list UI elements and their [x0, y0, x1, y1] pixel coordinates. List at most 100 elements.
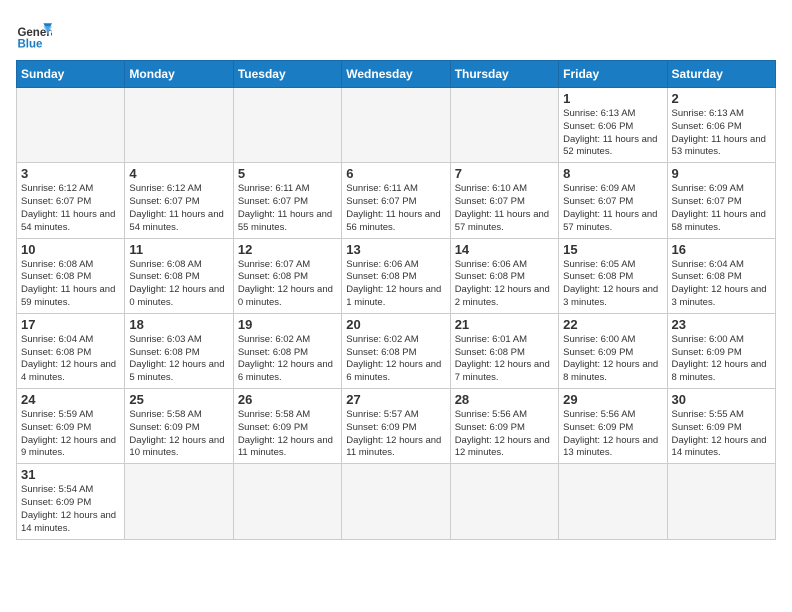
- calendar-cell: 18Sunrise: 6:03 AMSunset: 6:08 PMDayligh…: [125, 313, 233, 388]
- col-header-monday: Monday: [125, 61, 233, 88]
- col-header-thursday: Thursday: [450, 61, 558, 88]
- day-info: Sunrise: 6:11 AMSunset: 6:07 PMDaylight:…: [238, 183, 337, 234]
- day-info: Sunrise: 6:13 AMSunset: 6:06 PMDaylight:…: [672, 108, 771, 159]
- day-number: 22: [563, 317, 662, 332]
- calendar-week-row: 24 Sunrise: 5:59 AMSunset: 6:09 PMDayligh…: [17, 389, 776, 464]
- day-number: 21: [455, 317, 554, 332]
- calendar-cell: 12 Sunrise: 6:07 AMSunset: 6:08 PMDayligh…: [233, 238, 341, 313]
- calendar-header-row: SundayMondayTuesdayWednesdayThursdayFrid…: [17, 61, 776, 88]
- day-info: Sunrise: 6:04 AMSunset: 6:08 PMDaylight:…: [672, 259, 771, 310]
- day-number: 3: [21, 166, 120, 181]
- day-info: Sunrise: 5:56 AMSunset: 6:09 PMDaylight:…: [563, 409, 662, 460]
- calendar-week-row: 1 Sunrise: 6:13 AMSunset: 6:06 PMDaylight…: [17, 88, 776, 163]
- calendar-cell: 27 Sunrise: 5:57 AMSunset: 6:09 PMDayligh…: [342, 389, 450, 464]
- day-number: 13: [346, 242, 445, 257]
- day-number: 26: [238, 392, 337, 407]
- day-info: Sunrise: 6:09 AMSunset: 6:07 PMDaylight:…: [563, 183, 662, 234]
- calendar-cell: [667, 464, 775, 539]
- calendar-cell: 25Sunrise: 5:58 AMSunset: 6:09 PMDayligh…: [125, 389, 233, 464]
- day-number: 2: [672, 91, 771, 106]
- day-number: 8: [563, 166, 662, 181]
- calendar-table: SundayMondayTuesdayWednesdayThursdayFrid…: [16, 60, 776, 540]
- calendar-week-row: 17 Sunrise: 6:04 AMSunset: 6:08 PMDayligh…: [17, 313, 776, 388]
- calendar-cell: 17 Sunrise: 6:04 AMSunset: 6:08 PMDayligh…: [17, 313, 125, 388]
- calendar-cell: 20 Sunrise: 6:02 AMSunset: 6:08 PMDayligh…: [342, 313, 450, 388]
- calendar-cell: [125, 464, 233, 539]
- calendar-cell: [559, 464, 667, 539]
- calendar-cell: 8 Sunrise: 6:09 AMSunset: 6:07 PMDaylight…: [559, 163, 667, 238]
- calendar-cell: 24 Sunrise: 5:59 AMSunset: 6:09 PMDayligh…: [17, 389, 125, 464]
- day-info: Sunrise: 6:09 AMSunset: 6:07 PMDaylight:…: [672, 183, 771, 234]
- day-info: Sunrise: 5:57 AMSunset: 6:09 PMDaylight:…: [346, 409, 445, 460]
- calendar-cell: 4Sunrise: 6:12 AMSunset: 6:07 PMDaylight…: [125, 163, 233, 238]
- day-number: 23: [672, 317, 771, 332]
- logo-icon: General Blue: [16, 16, 52, 52]
- calendar-cell: 14 Sunrise: 6:06 AMSunset: 6:08 PMDayligh…: [450, 238, 558, 313]
- day-info: Sunrise: 6:06 AMSunset: 6:08 PMDaylight:…: [346, 259, 445, 310]
- day-number: 16: [672, 242, 771, 257]
- day-number: 10: [21, 242, 120, 257]
- day-info: Sunrise: 5:55 AMSunset: 6:09 PMDaylight:…: [672, 409, 771, 460]
- day-info: Sunrise: 6:04 AMSunset: 6:08 PMDaylight:…: [21, 334, 120, 385]
- day-info: Sunrise: 6:13 AMSunset: 6:06 PMDaylight:…: [563, 108, 662, 159]
- day-number: 29: [563, 392, 662, 407]
- day-info: Sunrise: 5:56 AMSunset: 6:09 PMDaylight:…: [455, 409, 554, 460]
- calendar-cell: 31Sunrise: 5:54 AMSunset: 6:09 PMDayligh…: [17, 464, 125, 539]
- day-number: 14: [455, 242, 554, 257]
- day-number: 12: [238, 242, 337, 257]
- calendar-cell: 9Sunrise: 6:09 AMSunset: 6:07 PMDaylight…: [667, 163, 775, 238]
- calendar-cell: 6Sunrise: 6:11 AMSunset: 6:07 PMDaylight…: [342, 163, 450, 238]
- day-number: 11: [129, 242, 228, 257]
- calendar-cell: 19Sunrise: 6:02 AMSunset: 6:08 PMDayligh…: [233, 313, 341, 388]
- day-number: 25: [129, 392, 228, 407]
- calendar-week-row: 10 Sunrise: 6:08 AMSunset: 6:08 PMDayligh…: [17, 238, 776, 313]
- logo: General Blue: [16, 16, 58, 52]
- day-info: Sunrise: 5:58 AMSunset: 6:09 PMDaylight:…: [238, 409, 337, 460]
- day-info: Sunrise: 6:08 AMSunset: 6:08 PMDaylight:…: [21, 259, 120, 310]
- calendar-cell: 13 Sunrise: 6:06 AMSunset: 6:08 PMDayligh…: [342, 238, 450, 313]
- day-info: Sunrise: 6:10 AMSunset: 6:07 PMDaylight:…: [455, 183, 554, 234]
- col-header-saturday: Saturday: [667, 61, 775, 88]
- calendar-cell: 10 Sunrise: 6:08 AMSunset: 6:08 PMDayligh…: [17, 238, 125, 313]
- calendar-cell: [125, 88, 233, 163]
- calendar-cell: 29 Sunrise: 5:56 AMSunset: 6:09 PMDayligh…: [559, 389, 667, 464]
- calendar-cell: 2 Sunrise: 6:13 AMSunset: 6:06 PMDaylight…: [667, 88, 775, 163]
- day-number: 19: [238, 317, 337, 332]
- day-number: 20: [346, 317, 445, 332]
- calendar-cell: 28Sunrise: 5:56 AMSunset: 6:09 PMDayligh…: [450, 389, 558, 464]
- day-info: Sunrise: 6:11 AMSunset: 6:07 PMDaylight:…: [346, 183, 445, 234]
- calendar-week-row: 3 Sunrise: 6:12 AMSunset: 6:07 PMDaylight…: [17, 163, 776, 238]
- day-info: Sunrise: 6:05 AMSunset: 6:08 PMDaylight:…: [563, 259, 662, 310]
- day-number: 27: [346, 392, 445, 407]
- calendar-cell: 3 Sunrise: 6:12 AMSunset: 6:07 PMDaylight…: [17, 163, 125, 238]
- calendar-cell: [233, 88, 341, 163]
- calendar-cell: [17, 88, 125, 163]
- day-number: 5: [238, 166, 337, 181]
- day-info: Sunrise: 6:02 AMSunset: 6:08 PMDaylight:…: [346, 334, 445, 385]
- calendar-cell: 1 Sunrise: 6:13 AMSunset: 6:06 PMDaylight…: [559, 88, 667, 163]
- day-number: 17: [21, 317, 120, 332]
- calendar-cell: 16 Sunrise: 6:04 AMSunset: 6:08 PMDayligh…: [667, 238, 775, 313]
- calendar-cell: [450, 464, 558, 539]
- day-number: 15: [563, 242, 662, 257]
- day-number: 4: [129, 166, 228, 181]
- day-info: Sunrise: 6:12 AMSunset: 6:07 PMDaylight:…: [21, 183, 120, 234]
- col-header-sunday: Sunday: [17, 61, 125, 88]
- day-info: Sunrise: 6:00 AMSunset: 6:09 PMDaylight:…: [563, 334, 662, 385]
- day-number: 1: [563, 91, 662, 106]
- page-header: General Blue: [16, 16, 776, 52]
- day-number: 31: [21, 467, 120, 482]
- calendar-cell: [233, 464, 341, 539]
- day-info: Sunrise: 6:06 AMSunset: 6:08 PMDaylight:…: [455, 259, 554, 310]
- day-info: Sunrise: 6:07 AMSunset: 6:08 PMDaylight:…: [238, 259, 337, 310]
- col-header-wednesday: Wednesday: [342, 61, 450, 88]
- calendar-cell: 11Sunrise: 6:08 AMSunset: 6:08 PMDayligh…: [125, 238, 233, 313]
- calendar-week-row: 31Sunrise: 5:54 AMSunset: 6:09 PMDayligh…: [17, 464, 776, 539]
- day-info: Sunrise: 5:59 AMSunset: 6:09 PMDaylight:…: [21, 409, 120, 460]
- calendar-cell: 23Sunrise: 6:00 AMSunset: 6:09 PMDayligh…: [667, 313, 775, 388]
- svg-text:Blue: Blue: [17, 39, 43, 51]
- day-number: 24: [21, 392, 120, 407]
- day-number: 30: [672, 392, 771, 407]
- calendar-cell: 5 Sunrise: 6:11 AMSunset: 6:07 PMDaylight…: [233, 163, 341, 238]
- day-number: 7: [455, 166, 554, 181]
